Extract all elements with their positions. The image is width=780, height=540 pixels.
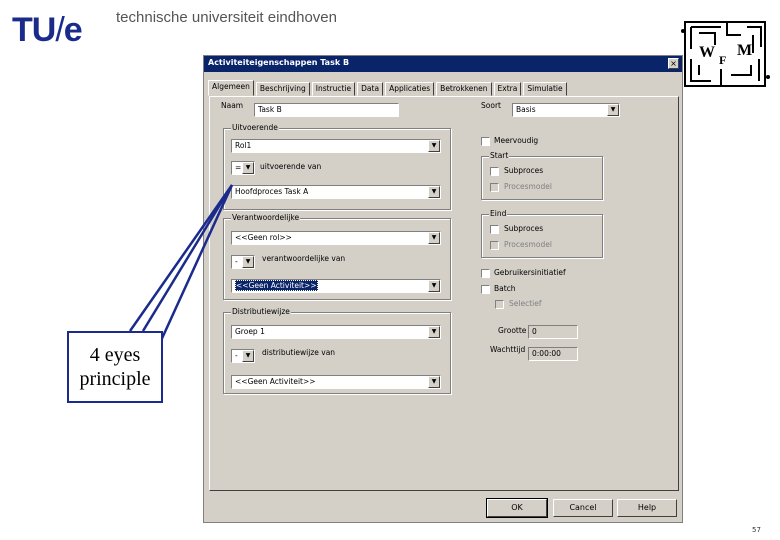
distributie-legend: Distributiewijze [231, 307, 291, 316]
gebruikersinitiatief-checkbox[interactable] [481, 269, 490, 278]
logo-slash: / [55, 11, 65, 49]
eind-subproces-label: Subproces [504, 224, 544, 233]
verantwoordelijke-operator-label: verantwoordelijke van [262, 254, 346, 263]
gebruikersinitiatief-label: Gebruikersinitiatief [494, 268, 566, 277]
verantwoordelijke-role-value: <<Geen rol>> [235, 233, 292, 242]
eind-legend: Eind [489, 209, 508, 218]
batch-checkbox[interactable] [481, 285, 490, 294]
wfm-letter-w: W [699, 44, 715, 61]
batch-label: Batch [494, 284, 516, 293]
tab-pane-algemeen: Naam Task B Soort Basis ▼ Uitvoerende Ro… [209, 96, 679, 491]
soort-label: Soort [481, 101, 501, 110]
university-name: technische universiteit eindhoven [116, 9, 337, 26]
eind-procesmodel-checkbox[interactable] [490, 241, 499, 250]
uitvoerende-activity-value: Hoofdproces Task A [235, 187, 309, 196]
uitvoerende-operator-select[interactable]: = ▼ [231, 161, 255, 175]
tab-simulatie[interactable]: Simulatie [523, 82, 567, 96]
cancel-button[interactable]: Cancel [553, 499, 613, 517]
callout-text: 4 eyes principle [79, 344, 151, 390]
uitvoerende-group: Uitvoerende Rol1 ▼ = ▼ uitvoerende van H… [223, 123, 451, 210]
uitvoerende-role-select[interactable]: Rol1 ▼ [231, 139, 441, 153]
wachttijd-label: Wachttijd [490, 345, 526, 354]
naam-input[interactable]: Task B [254, 103, 399, 117]
four-eyes-callout: 4 eyes principle [67, 331, 163, 403]
start-legend: Start [489, 151, 510, 160]
logo-tu-text: TU [12, 11, 56, 49]
tab-applicaties[interactable]: Applicaties [385, 82, 435, 96]
activity-properties-dialog: Activiteiteigenschappen Task B × Algemee… [203, 55, 683, 523]
close-button[interactable]: × [668, 58, 679, 69]
grootte-input[interactable]: 0 [528, 325, 578, 339]
eind-group: Eind Subproces Procesmodel [481, 209, 603, 258]
distributie-group: Distributiewijze Groep 1 ▼ - ▼ distribut… [223, 307, 451, 394]
distributie-operator-label: distributiewijze van [262, 348, 336, 357]
dialog-title: Activiteiteigenschappen Task B [208, 58, 350, 67]
uitvoerende-role-value: Rol1 [235, 141, 252, 150]
wfm-letter-f: F [719, 53, 726, 67]
tab-betrokkenen[interactable]: Betrokkenen [436, 82, 492, 96]
wfm-letter-m: M [737, 42, 752, 59]
chevron-down-icon[interactable]: ▼ [242, 350, 254, 362]
tab-data[interactable]: Data [357, 82, 384, 96]
tab-instructie[interactable]: Instructie [311, 82, 356, 96]
uitvoerende-operator-label: uitvoerende van [260, 162, 322, 171]
selectief-label: Selectief [509, 299, 542, 308]
logo-e-text: e [63, 11, 83, 49]
tab-algemeen[interactable]: Algemeen [208, 80, 254, 96]
naam-label: Naam [221, 101, 244, 110]
distributie-value: Groep 1 [235, 327, 265, 336]
chevron-down-icon[interactable]: ▼ [428, 186, 440, 198]
distributie-operator-value: - [235, 351, 238, 360]
verantwoordelijke-group: Verantwoordelijke <<Geen rol>> ▼ - ▼ ver… [223, 213, 451, 300]
verantwoordelijke-legend: Verantwoordelijke [231, 213, 301, 222]
tab-extra[interactable]: Extra [493, 82, 522, 96]
chevron-down-icon[interactable]: ▼ [428, 326, 440, 338]
start-subproces-label: Subproces [504, 166, 544, 175]
wfm-logo: W F M [681, 21, 770, 87]
selectief-checkbox[interactable] [495, 300, 504, 309]
chevron-down-icon[interactable]: ▼ [242, 162, 254, 174]
start-group: Start Subproces Procesmodel [481, 151, 603, 200]
verantwoordelijke-role-select[interactable]: <<Geen rol>> ▼ [231, 231, 441, 245]
meervoudig-checkbox[interactable] [481, 137, 490, 146]
help-button[interactable]: Help [617, 499, 677, 517]
meervoudig-label: Meervoudig [494, 136, 539, 145]
distributie-activity-value: <<Geen Activiteit>> [235, 377, 316, 386]
tab-bar: Algemeen Beschrijving Instructie Data Ap… [208, 80, 569, 96]
uitvoerende-activity-select[interactable]: Hoofdproces Task A ▼ [231, 185, 441, 199]
start-procesmodel-checkbox[interactable] [490, 183, 499, 192]
wachttijd-input[interactable]: 0:00:00 [528, 347, 578, 361]
verantwoordelijke-operator-value: - [235, 257, 238, 266]
start-subproces-checkbox[interactable] [490, 167, 499, 176]
start-procesmodel-label: Procesmodel [504, 182, 552, 191]
page-number: 57 [752, 526, 761, 534]
chevron-down-icon[interactable]: ▼ [607, 104, 619, 116]
chevron-down-icon[interactable]: ▼ [428, 140, 440, 152]
distributie-select[interactable]: Groep 1 ▼ [231, 325, 441, 339]
chevron-down-icon[interactable]: ▼ [242, 256, 254, 268]
ok-button[interactable]: OK [486, 498, 548, 518]
distributie-operator-select[interactable]: - ▼ [231, 349, 255, 363]
tue-logo: TU/e [12, 10, 83, 50]
eind-subproces-checkbox[interactable] [490, 225, 499, 234]
tab-beschrijving[interactable]: Beschrijving [255, 82, 310, 96]
verantwoordelijke-activity-value: <<Geen Activiteit>> [235, 280, 318, 291]
grootte-label: Grootte [498, 326, 527, 335]
verantwoordelijke-activity-select[interactable]: <<Geen Activiteit>> ▼ [231, 279, 441, 293]
distributie-activity-select[interactable]: <<Geen Activiteit>> ▼ [231, 375, 441, 389]
uitvoerende-legend: Uitvoerende [231, 123, 279, 132]
eind-procesmodel-label: Procesmodel [504, 240, 552, 249]
soort-select-value: Basis [516, 105, 536, 114]
chevron-down-icon[interactable]: ▼ [428, 232, 440, 244]
chevron-down-icon[interactable]: ▼ [428, 280, 440, 292]
dialog-titlebar[interactable]: Activiteiteigenschappen Task B × [204, 56, 682, 72]
soort-select[interactable]: Basis ▼ [512, 103, 620, 117]
chevron-down-icon[interactable]: ▼ [428, 376, 440, 388]
verantwoordelijke-operator-select[interactable]: - ▼ [231, 255, 255, 269]
uitvoerende-operator-value: = [235, 163, 242, 172]
